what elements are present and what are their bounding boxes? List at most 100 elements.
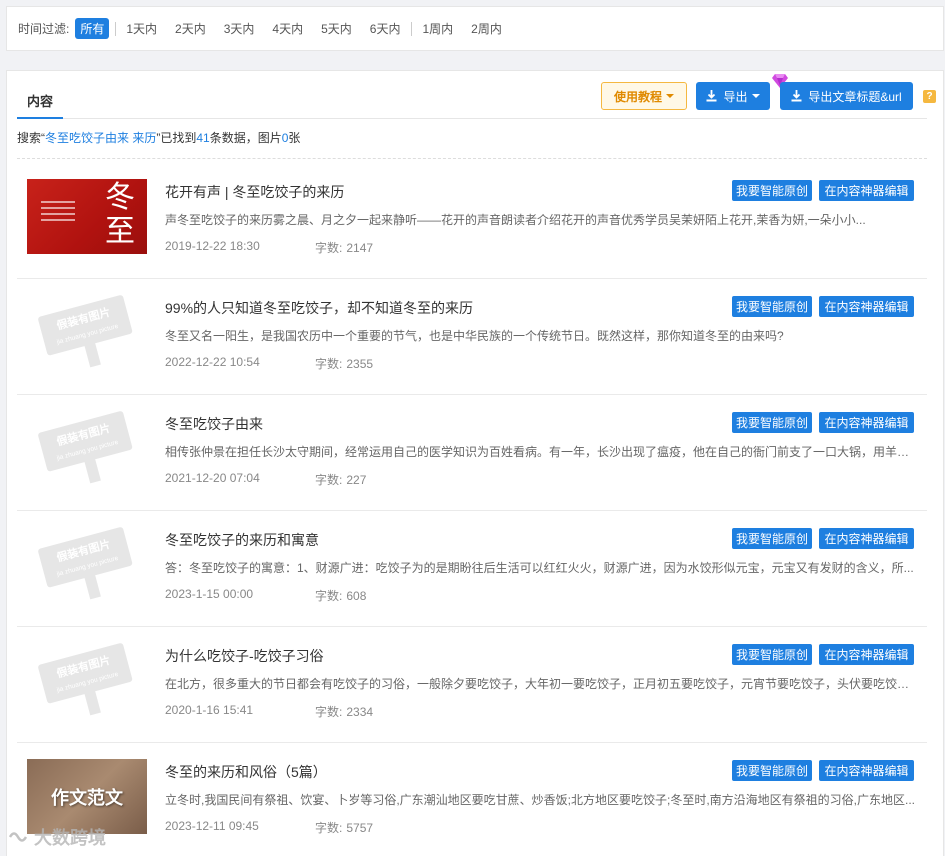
- article-description: 相传张仲景在担任长沙太守期间，经常运用自己的医学知识为百姓看病。有一年，长沙出现…: [165, 445, 915, 459]
- summary-mid2: 条数据，图片: [209, 131, 282, 145]
- article-thumbnail[interactable]: 冬 至: [27, 179, 147, 254]
- word-count-label: 字数:: [315, 705, 343, 719]
- edit-in-tool-button[interactable]: 在内容神器编辑: [819, 644, 914, 665]
- export-title-url-label: 导出文章标题&url: [808, 89, 902, 104]
- edit-in-tool-button[interactable]: 在内容神器编辑: [819, 412, 914, 433]
- article-description: 在北方，很多重大的节日都会有吃饺子的习俗，一般除夕要吃饺子，大年初一要吃饺子，正…: [165, 677, 915, 691]
- article-date: 2023-1-15 00:00: [165, 587, 254, 601]
- word-count-value: 2334: [346, 705, 374, 719]
- smart-original-button[interactable]: 我要智能原创: [732, 644, 812, 665]
- summary-mid: ”已找到: [156, 131, 197, 145]
- export-title-url-button[interactable]: 导出文章标题&url: [780, 82, 913, 110]
- edit-in-tool-button[interactable]: 在内容神器编辑: [819, 528, 914, 549]
- search-query: 冬至吃饺子由来 来历: [45, 131, 157, 145]
- summary-divider: [17, 158, 927, 159]
- word-count-label: 字数:: [315, 241, 343, 255]
- thumbnail-container: 假装有图片 jia zhuang you picture: [27, 527, 147, 602]
- article-date: 2022-12-22 10:54: [165, 355, 260, 369]
- word-count-value: 2147: [346, 241, 374, 255]
- word-count: 字数: 5757: [315, 819, 373, 836]
- content-panel: 内容 使用教程 导出 导出文章标题&url ? 搜索“冬至吃饺子由来 来历”已找…: [6, 70, 944, 856]
- article-title[interactable]: 花开有声 | 冬至吃饺子的来历: [165, 182, 344, 202]
- tab-content[interactable]: 内容: [17, 82, 64, 119]
- smart-original-button[interactable]: 我要智能原创: [732, 528, 812, 549]
- panel-header: 内容 使用教程 导出 导出文章标题&url ?: [17, 71, 936, 119]
- summary-suffix: 张: [288, 131, 301, 145]
- thumbnail-container: 假装有图片 jia zhuang you picture: [27, 643, 147, 718]
- word-count: 字数: 608: [315, 587, 366, 604]
- word-count-label: 字数:: [315, 357, 343, 371]
- filter-option-2weeks[interactable]: 2周内: [466, 18, 507, 39]
- word-count-value: 227: [346, 473, 367, 487]
- filter-option-1day[interactable]: 1天内: [121, 18, 162, 39]
- article-description: 立冬时,我国民间有祭祖、饮宴、卜岁等习俗,广东潮汕地区要吃甘蔗、炒香饭;北方地区…: [165, 793, 915, 807]
- thumbnail-text-lines: [41, 201, 75, 225]
- filter-option-5days[interactable]: 5天内: [316, 18, 357, 39]
- smart-original-button[interactable]: 我要智能原创: [732, 412, 812, 433]
- placeholder-sign-icon: 假装有图片jia zhuang you picture: [38, 527, 133, 600]
- word-count-value: 5757: [346, 821, 374, 835]
- search-summary: 搜索“冬至吃饺子由来 来历”已找到41条数据，图片0张: [17, 129, 300, 146]
- download-icon: [706, 90, 717, 102]
- word-count-value: 2355: [346, 357, 374, 371]
- placeholder-thumbnail: 假装有图片 jia zhuang you picture: [27, 527, 147, 602]
- article-title[interactable]: 为什么吃饺子-吃饺子习俗: [165, 646, 324, 666]
- summary-prefix: 搜索“: [17, 131, 45, 145]
- result-item: 假装有图片 jia zhuang you picture 为什么吃饺子-吃饺子习俗在…: [17, 627, 927, 743]
- smart-original-button[interactable]: 我要智能原创: [732, 180, 812, 201]
- placeholder-thumbnail: 假装有图片 jia zhuang you picture: [27, 295, 147, 370]
- filter-option-3days[interactable]: 3天内: [219, 18, 260, 39]
- watermark: 大数跨境: [8, 824, 106, 850]
- edit-in-tool-button[interactable]: 在内容神器编辑: [819, 180, 914, 201]
- result-count: 41: [196, 131, 210, 145]
- filter-divider: [115, 21, 117, 36]
- placeholder-thumbnail: 假装有图片 jia zhuang you picture: [27, 411, 147, 486]
- article-title[interactable]: 冬至吃饺子由来: [165, 414, 263, 434]
- filter-divider: [411, 21, 413, 36]
- thumbnail-container: 假装有图片 jia zhuang you picture: [27, 411, 147, 486]
- article-title[interactable]: 99%的人只知道冬至吃饺子，却不知道冬至的来历: [165, 298, 473, 318]
- article-date: 2023-12-11 09:45: [165, 819, 259, 833]
- article-date: 2019-12-22 18:30: [165, 239, 260, 253]
- thumbnail-container: 作文范文: [27, 759, 147, 834]
- tutorial-button-label: 使用教程: [613, 89, 662, 104]
- filter-option-6days[interactable]: 6天内: [365, 18, 406, 39]
- result-item: 假装有图片 jia zhuang you picture 99%的人只知道冬至吃饺子…: [17, 279, 927, 395]
- article-description: 冬至又名一阳生，是我国农历中一个重要的节气，也是中华民族的一个传统节日。既然这样…: [165, 329, 784, 343]
- export-button-label: 导出: [723, 89, 748, 104]
- edit-in-tool-button[interactable]: 在内容神器编辑: [819, 760, 914, 781]
- watermark-text: 大数跨境: [34, 828, 106, 848]
- result-item: 假装有图片 jia zhuang you picture 冬至吃饺子由来相传张仲景在…: [17, 395, 927, 511]
- filter-option-4days[interactable]: 4天内: [267, 18, 308, 39]
- help-icon[interactable]: ?: [923, 90, 936, 103]
- edit-in-tool-button[interactable]: 在内容神器编辑: [819, 296, 914, 317]
- article-title[interactable]: 冬至吃饺子的来历和寓意: [165, 530, 319, 550]
- word-count-value: 608: [346, 589, 367, 603]
- thumbnail-container: 假装有图片 jia zhuang you picture: [27, 295, 147, 370]
- result-item: 作文范文 冬至的来历和风俗（5篇） 立冬时,我国民间有祭祖、饮宴、卜岁等习俗,广东潮…: [17, 743, 927, 856]
- watermark-logo-icon: [8, 832, 28, 842]
- export-button[interactable]: 导出: [696, 82, 770, 110]
- placeholder-sign-icon: 假装有图片jia zhuang you picture: [38, 643, 133, 716]
- word-count: 字数: 227: [315, 471, 366, 488]
- filter-option-1week[interactable]: 1周内: [417, 18, 458, 39]
- article-thumbnail[interactable]: 作文范文: [27, 759, 147, 834]
- smart-original-button[interactable]: 我要智能原创: [732, 296, 812, 317]
- article-description: 声冬至吃饺子的来历雾之晨、月之夕一起来静听——花开的声音朗读者介绍花开的声音优秀…: [165, 213, 866, 227]
- time-filter-bar: 时间过滤: 所有 1天内 2天内 3天内 4天内 5天内 6天内 1周内 2周内: [6, 6, 944, 51]
- filter-option-2days[interactable]: 2天内: [170, 18, 211, 39]
- chevron-down-icon: [666, 94, 674, 98]
- chevron-down-icon: [751, 94, 760, 98]
- result-item: 假装有图片 jia zhuang you picture 冬至吃饺子的来历和寓意答：…: [17, 511, 927, 627]
- filter-option-all[interactable]: 所有: [75, 18, 110, 39]
- placeholder-sign-icon: 假装有图片jia zhuang you picture: [38, 411, 133, 484]
- word-count-label: 字数:: [315, 821, 343, 835]
- tutorial-button[interactable]: 使用教程: [601, 82, 687, 110]
- thumbnail-calligraphy: 冬 至: [105, 180, 135, 249]
- placeholder-sign-icon: 假装有图片jia zhuang you picture: [38, 295, 133, 368]
- word-count: 字数: 2147: [315, 239, 373, 256]
- article-title[interactable]: 冬至的来历和风俗（5篇）: [165, 762, 327, 782]
- smart-original-button[interactable]: 我要智能原创: [732, 760, 812, 781]
- article-description: 答：冬至吃饺子的寓意：1、财源广进：吃饺子为的是期盼往后生活可以红红火火，财源广…: [165, 561, 914, 575]
- word-count-label: 字数:: [315, 473, 343, 487]
